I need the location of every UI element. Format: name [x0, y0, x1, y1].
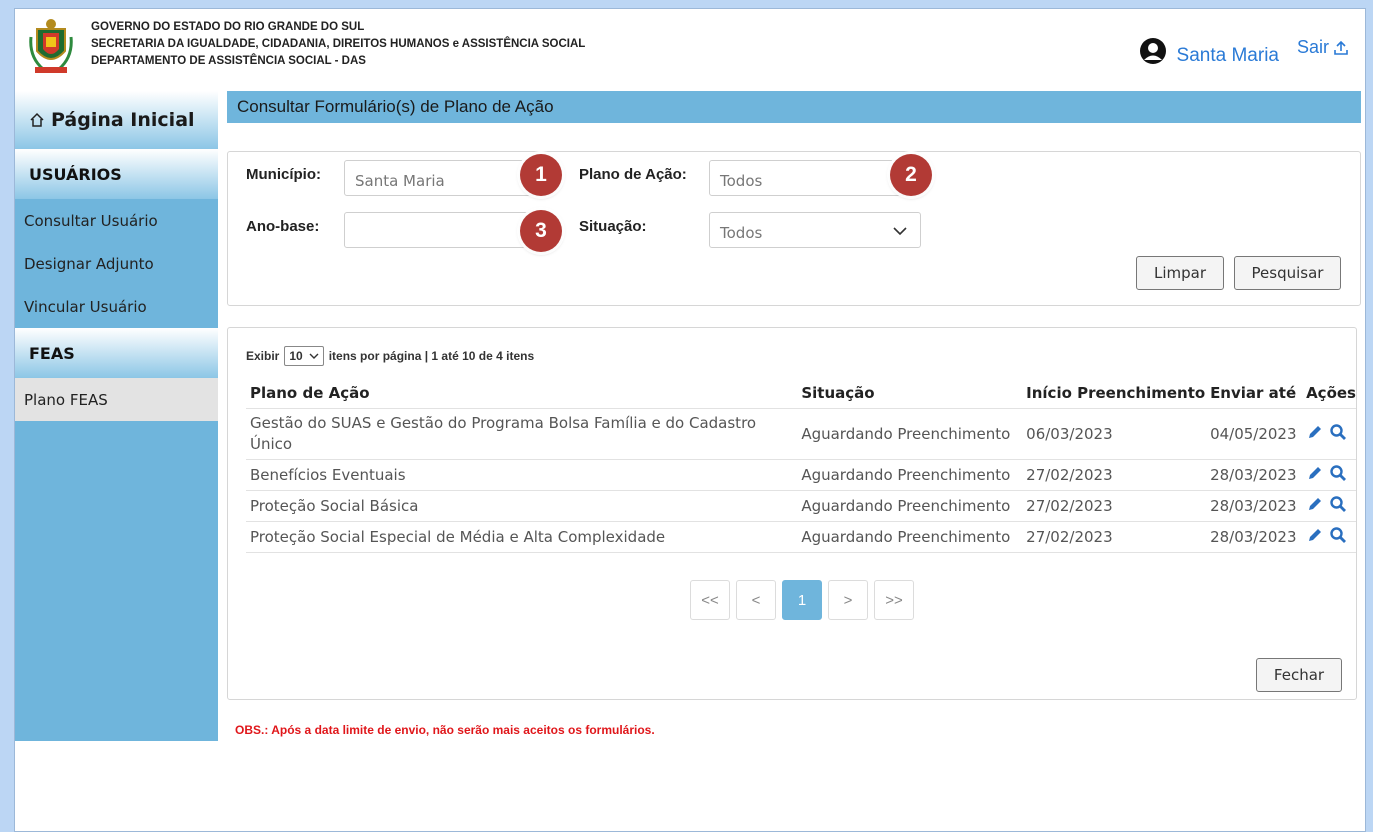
- table-row: Gestão do SUAS e Gestão do Programa Bols…: [246, 408, 1356, 460]
- situacao-select[interactable]: Todos: [709, 212, 921, 248]
- pager-last-button[interactable]: >>: [874, 580, 914, 620]
- cell-enviar-ate: 04/05/2023: [1206, 408, 1303, 460]
- obs-warning: OBS.: Após a data limite de envio, não s…: [235, 723, 655, 737]
- annotation-badge-3: 3: [520, 210, 562, 252]
- header: GOVERNO DO ESTADO DO RIO GRANDE DO SUL S…: [15, 9, 1365, 89]
- cell-situacao: Aguardando Preenchimento: [797, 459, 1023, 491]
- table-row: Benefícios Eventuais Aguardando Preenchi…: [246, 459, 1356, 491]
- column-header-situacao[interactable]: Situação: [797, 380, 1023, 409]
- user-name[interactable]: Santa Maria: [1177, 45, 1279, 67]
- page-title: Consultar Formulário(s) de Plano de Ação: [227, 91, 1361, 123]
- cell-inicio: 27/02/2023: [1022, 490, 1207, 522]
- cell-situacao: Aguardando Preenchimento: [797, 521, 1023, 553]
- page-size-value: 10: [289, 349, 303, 363]
- sidebar-section-usuarios: USUÁRIOS: [15, 149, 218, 199]
- cell-actions: [1302, 408, 1356, 460]
- sidebar-item-plano-feas[interactable]: Plano FEAS: [15, 378, 218, 421]
- cell-enviar-ate: 28/03/2023: [1206, 459, 1303, 491]
- cell-enviar-ate: 28/03/2023: [1206, 490, 1303, 522]
- logout-label[interactable]: Sair: [1297, 37, 1329, 58]
- sidebar-item-consultar-usuario[interactable]: Consultar Usuário: [15, 199, 218, 242]
- column-header-enviar-ate[interactable]: Enviar até: [1206, 380, 1303, 409]
- situacao-value: Todos: [720, 224, 763, 242]
- exibir-label: Exibir: [246, 349, 280, 363]
- sidebar-item-designar-adjunto[interactable]: Designar Adjunto: [15, 242, 218, 285]
- page-size-bar: Exibir 10 itens por página | 1 até 10 de…: [246, 346, 534, 366]
- sidebar-home-link[interactable]: Página Inicial: [15, 91, 218, 149]
- cell-actions: [1302, 490, 1356, 522]
- cell-situacao: Aguardando Preenchimento: [797, 490, 1023, 522]
- municipio-field[interactable]: Santa Maria: [344, 160, 534, 196]
- cell-actions: [1302, 521, 1356, 553]
- sidebar-section-feas: FEAS: [15, 328, 218, 378]
- search-icon[interactable]: [1329, 423, 1347, 441]
- search-icon[interactable]: [1329, 495, 1347, 513]
- page-size-select[interactable]: 10: [284, 346, 324, 366]
- cell-plano: Proteção Social Básica: [246, 490, 798, 522]
- table-header-row: Plano de Ação Situação Início Preenchime…: [246, 380, 1356, 409]
- table-row: Proteção Social Especial de Média e Alta…: [246, 521, 1356, 553]
- ano-base-label: Ano-base:: [246, 218, 320, 235]
- cell-inicio: 27/02/2023: [1022, 459, 1207, 491]
- table-row: Proteção Social Básica Aguardando Preenc…: [246, 490, 1356, 522]
- user-circle-icon: [1139, 38, 1166, 64]
- column-header-acoes: Ações: [1302, 380, 1356, 409]
- cell-inicio: 27/02/2023: [1022, 521, 1207, 553]
- pencil-icon[interactable]: [1306, 423, 1324, 441]
- filter-panel: Município: Santa Maria 1 Plano de Ação: …: [227, 151, 1361, 306]
- cell-plano: Benefícios Eventuais: [246, 459, 798, 491]
- government-header-text: GOVERNO DO ESTADO DO RIO GRANDE DO SUL S…: [91, 19, 585, 70]
- user-area[interactable]: Santa Maria: [1139, 35, 1279, 67]
- plano-label: Plano de Ação:: [579, 166, 687, 183]
- search-button[interactable]: Pesquisar: [1234, 256, 1341, 290]
- sidebar-item-vincular-usuario[interactable]: Vincular Usuário: [15, 285, 218, 328]
- plano-select[interactable]: Todos: [709, 160, 909, 196]
- pagination-info: itens por página | 1 até 10 de 4 itens: [328, 349, 535, 363]
- pager-prev-button[interactable]: <: [736, 580, 776, 620]
- cell-plano: Gestão do SUAS e Gestão do Programa Bols…: [246, 408, 798, 460]
- home-label[interactable]: Página Inicial: [51, 109, 195, 131]
- header-line-2: SECRETARIA DA IGUALDADE, CIDADANIA, DIRE…: [91, 38, 586, 50]
- plans-table: Plano de Ação Situação Início Preenchime…: [246, 380, 1356, 553]
- cell-plano: Proteção Social Especial de Média e Alta…: [246, 521, 798, 553]
- logout-link[interactable]: Sair: [1297, 37, 1349, 58]
- search-icon[interactable]: [1329, 526, 1347, 544]
- municipio-label: Município:: [246, 166, 321, 183]
- home-icon: [30, 112, 44, 127]
- chevron-down-icon: [893, 227, 907, 236]
- ano-base-field[interactable]: [344, 212, 534, 248]
- coat-of-arms-logo: [29, 19, 73, 73]
- cell-situacao: Aguardando Preenchimento: [797, 408, 1023, 460]
- column-header-inicio[interactable]: Início Preenchimento: [1022, 380, 1207, 409]
- pencil-icon[interactable]: [1306, 464, 1324, 482]
- chevron-down-icon: [309, 353, 319, 359]
- sidebar: Página Inicial USUÁRIOS Consultar Usuári…: [15, 91, 218, 741]
- search-icon[interactable]: [1329, 464, 1347, 482]
- app-window: GOVERNO DO ESTADO DO RIO GRANDE DO SUL S…: [14, 8, 1366, 832]
- annotation-badge-2: 2: [890, 154, 932, 196]
- cell-enviar-ate: 28/03/2023: [1206, 521, 1303, 553]
- close-button[interactable]: Fechar: [1256, 658, 1342, 692]
- pager-next-button[interactable]: >: [828, 580, 868, 620]
- pencil-icon[interactable]: [1306, 495, 1324, 513]
- pager-first-button[interactable]: <<: [690, 580, 730, 620]
- annotation-badge-1: 1: [520, 154, 562, 196]
- main-content: Consultar Formulário(s) de Plano de Ação…: [227, 91, 1361, 737]
- cell-inicio: 06/03/2023: [1022, 408, 1207, 460]
- logout-icon[interactable]: [1333, 40, 1349, 56]
- pagination: << < 1 > >>: [690, 580, 914, 620]
- pager-page-1-button[interactable]: 1: [782, 580, 822, 620]
- results-panel: Exibir 10 itens por página | 1 até 10 de…: [227, 327, 1357, 700]
- header-line-1: GOVERNO DO ESTADO DO RIO GRANDE DO SUL: [91, 21, 365, 33]
- cell-actions: [1302, 459, 1356, 491]
- header-line-3: DEPARTAMENTO DE ASSISTÊNCIA SOCIAL - DAS: [91, 55, 366, 67]
- pencil-icon[interactable]: [1306, 526, 1324, 544]
- clear-button[interactable]: Limpar: [1136, 256, 1224, 290]
- column-header-plano[interactable]: Plano de Ação: [246, 380, 798, 409]
- situacao-label: Situação:: [579, 218, 647, 235]
